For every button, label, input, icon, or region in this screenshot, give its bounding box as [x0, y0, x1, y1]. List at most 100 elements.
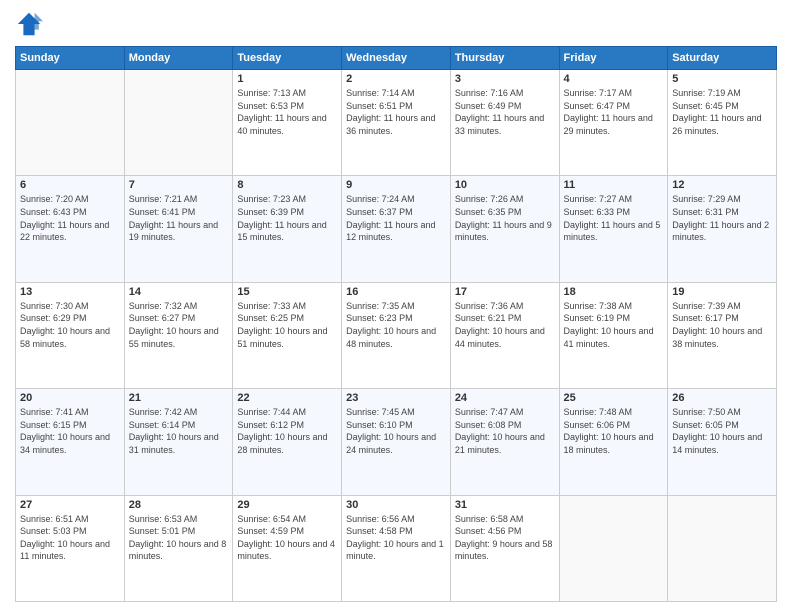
- day-info: Sunrise: 7:20 AMSunset: 6:43 PMDaylight:…: [20, 193, 120, 243]
- day-number: 14: [129, 286, 229, 298]
- calendar-cell: 11 Sunrise: 7:27 AMSunset: 6:33 PMDayligh…: [559, 176, 668, 282]
- calendar-cell: 3Sunrise: 7:16 AMSunset: 6:49 PMDaylight…: [450, 70, 559, 176]
- day-number: 27: [20, 499, 120, 511]
- day-info: Sunrise: 7:41 AMSunset: 6:15 PMDaylight:…: [20, 406, 120, 456]
- day-info: Sunrise: 7:17 AMSunset: 6:47 PMDaylight:…: [564, 87, 664, 137]
- day-info: Sunrise: 7:19 AMSunset: 6:45 PMDaylight:…: [672, 87, 772, 137]
- day-number: 21: [129, 392, 229, 404]
- day-number: 17: [455, 286, 555, 298]
- day-number: 24: [455, 392, 555, 404]
- day-info: Sunrise: 7:30 AMSunset: 6:29 PMDaylight:…: [20, 300, 120, 350]
- calendar-cell: [124, 70, 233, 176]
- calendar-cell: 2 Sunrise: 7:14 AMSunset: 6:51 PMDaylight…: [342, 70, 451, 176]
- calendar-cell: 16Sunrise: 7:35 AMSunset: 6:23 PMDayligh…: [342, 282, 451, 388]
- calendar-week-row: 27 Sunrise: 6:51 AMSunset: 5:03 PMDayligh…: [16, 495, 777, 601]
- day-number: 29: [237, 499, 337, 511]
- calendar-week-row: 20 Sunrise: 7:41 AMSunset: 6:15 PMDayligh…: [16, 389, 777, 495]
- day-info: Sunrise: 6:58 AMSunset: 4:56 PMDaylight:…: [455, 513, 555, 563]
- day-info: Sunrise: 7:44 AMSunset: 6:12 PMDaylight:…: [237, 406, 337, 456]
- day-info: Sunrise: 6:53 AMSunset: 5:01 PMDaylight:…: [129, 513, 229, 563]
- day-number: 25: [564, 392, 664, 404]
- day-number: 2: [346, 73, 446, 85]
- day-number: 28: [129, 499, 229, 511]
- calendar-cell: 10 Sunrise: 7:26 AMSunset: 6:35 PMDayligh…: [450, 176, 559, 282]
- calendar-cell: 5 Sunrise: 7:19 AMSunset: 6:45 PMDaylight…: [668, 70, 777, 176]
- calendar-cell: [16, 70, 125, 176]
- header: [15, 10, 777, 38]
- calendar-cell: 7 Sunrise: 7:21 AMSunset: 6:41 PMDaylight…: [124, 176, 233, 282]
- day-info: Sunrise: 7:24 AMSunset: 6:37 PMDaylight:…: [346, 193, 446, 243]
- calendar-week-row: 6 Sunrise: 7:20 AMSunset: 6:43 PMDaylight…: [16, 176, 777, 282]
- calendar-cell: 9 Sunrise: 7:24 AMSunset: 6:37 PMDaylight…: [342, 176, 451, 282]
- day-number: 8: [237, 179, 337, 191]
- day-number: 22: [237, 392, 337, 404]
- calendar-cell: 30Sunrise: 6:56 AMSunset: 4:58 PMDayligh…: [342, 495, 451, 601]
- calendar-header-wednesday: Wednesday: [342, 47, 451, 70]
- day-info: Sunrise: 7:42 AMSunset: 6:14 PMDaylight:…: [129, 406, 229, 456]
- day-number: 9: [346, 179, 446, 191]
- day-number: 19: [672, 286, 772, 298]
- day-number: 1: [237, 73, 337, 85]
- calendar-cell: 12 Sunrise: 7:29 AMSunset: 6:31 PMDayligh…: [668, 176, 777, 282]
- day-number: 12: [672, 179, 772, 191]
- calendar-cell: 28 Sunrise: 6:53 AMSunset: 5:01 PMDayligh…: [124, 495, 233, 601]
- day-number: 6: [20, 179, 120, 191]
- day-info: Sunrise: 7:32 AMSunset: 6:27 PMDaylight:…: [129, 300, 229, 350]
- day-info: Sunrise: 7:16 AMSunset: 6:49 PMDaylight:…: [455, 87, 555, 137]
- calendar-cell: 25 Sunrise: 7:48 AMSunset: 6:06 PMDayligh…: [559, 389, 668, 495]
- day-info: Sunrise: 6:56 AMSunset: 4:58 PMDaylight:…: [346, 513, 446, 563]
- calendar-cell: 26Sunrise: 7:50 AMSunset: 6:05 PMDayligh…: [668, 389, 777, 495]
- day-info: Sunrise: 7:27 AMSunset: 6:33 PMDaylight:…: [564, 193, 664, 243]
- day-number: 5: [672, 73, 772, 85]
- day-info: Sunrise: 6:51 AMSunset: 5:03 PMDaylight:…: [20, 513, 120, 563]
- day-info: Sunrise: 7:21 AMSunset: 6:41 PMDaylight:…: [129, 193, 229, 243]
- calendar-cell: 8 Sunrise: 7:23 AMSunset: 6:39 PMDaylight…: [233, 176, 342, 282]
- day-number: 23: [346, 392, 446, 404]
- calendar-cell: 29 Sunrise: 6:54 AMSunset: 4:59 PMDayligh…: [233, 495, 342, 601]
- calendar-cell: 15 Sunrise: 7:33 AMSunset: 6:25 PMDayligh…: [233, 282, 342, 388]
- page: SundayMondayTuesdayWednesdayThursdayFrid…: [0, 0, 792, 612]
- day-info: Sunrise: 7:35 AMSunset: 6:23 PMDaylight:…: [346, 300, 446, 350]
- day-number: 11: [564, 179, 664, 191]
- day-info: Sunrise: 7:23 AMSunset: 6:39 PMDaylight:…: [237, 193, 337, 243]
- day-info: Sunrise: 7:26 AMSunset: 6:35 PMDaylight:…: [455, 193, 555, 243]
- calendar-week-row: 1 Sunrise: 7:13 AMSunset: 6:53 PMDaylight…: [16, 70, 777, 176]
- calendar-cell: 20 Sunrise: 7:41 AMSunset: 6:15 PMDayligh…: [16, 389, 125, 495]
- calendar-cell: 6 Sunrise: 7:20 AMSunset: 6:43 PMDaylight…: [16, 176, 125, 282]
- day-info: Sunrise: 7:47 AMSunset: 6:08 PMDaylight:…: [455, 406, 555, 456]
- day-info: Sunrise: 7:38 AMSunset: 6:19 PMDaylight:…: [564, 300, 664, 350]
- day-number: 31: [455, 499, 555, 511]
- day-info: Sunrise: 7:33 AMSunset: 6:25 PMDaylight:…: [237, 300, 337, 350]
- calendar-cell: [668, 495, 777, 601]
- calendar-cell: [559, 495, 668, 601]
- day-info: Sunrise: 7:14 AMSunset: 6:51 PMDaylight:…: [346, 87, 446, 137]
- day-info: Sunrise: 7:48 AMSunset: 6:06 PMDaylight:…: [564, 406, 664, 456]
- day-number: 15: [237, 286, 337, 298]
- day-number: 18: [564, 286, 664, 298]
- logo: [15, 10, 47, 38]
- day-number: 7: [129, 179, 229, 191]
- calendar-cell: 31 Sunrise: 6:58 AMSunset: 4:56 PMDayligh…: [450, 495, 559, 601]
- calendar-header-thursday: Thursday: [450, 47, 559, 70]
- day-number: 10: [455, 179, 555, 191]
- calendar-header-tuesday: Tuesday: [233, 47, 342, 70]
- day-info: Sunrise: 7:13 AMSunset: 6:53 PMDaylight:…: [237, 87, 337, 137]
- calendar-table: SundayMondayTuesdayWednesdayThursdayFrid…: [15, 46, 777, 602]
- calendar-cell: 24 Sunrise: 7:47 AMSunset: 6:08 PMDayligh…: [450, 389, 559, 495]
- day-number: 4: [564, 73, 664, 85]
- day-info: Sunrise: 7:50 AMSunset: 6:05 PMDaylight:…: [672, 406, 772, 456]
- calendar-week-row: 13Sunrise: 7:30 AMSunset: 6:29 PMDayligh…: [16, 282, 777, 388]
- calendar-header-monday: Monday: [124, 47, 233, 70]
- calendar-header-friday: Friday: [559, 47, 668, 70]
- calendar-header-row: SundayMondayTuesdayWednesdayThursdayFrid…: [16, 47, 777, 70]
- day-info: Sunrise: 6:54 AMSunset: 4:59 PMDaylight:…: [237, 513, 337, 563]
- calendar-cell: 18 Sunrise: 7:38 AMSunset: 6:19 PMDayligh…: [559, 282, 668, 388]
- day-info: Sunrise: 7:29 AMSunset: 6:31 PMDaylight:…: [672, 193, 772, 243]
- day-info: Sunrise: 7:36 AMSunset: 6:21 PMDaylight:…: [455, 300, 555, 350]
- logo-icon: [15, 10, 43, 38]
- calendar-cell: 4 Sunrise: 7:17 AMSunset: 6:47 PMDaylight…: [559, 70, 668, 176]
- calendar-cell: 23Sunrise: 7:45 AMSunset: 6:10 PMDayligh…: [342, 389, 451, 495]
- day-number: 20: [20, 392, 120, 404]
- day-info: Sunrise: 7:39 AMSunset: 6:17 PMDaylight:…: [672, 300, 772, 350]
- calendar-cell: 14 Sunrise: 7:32 AMSunset: 6:27 PMDayligh…: [124, 282, 233, 388]
